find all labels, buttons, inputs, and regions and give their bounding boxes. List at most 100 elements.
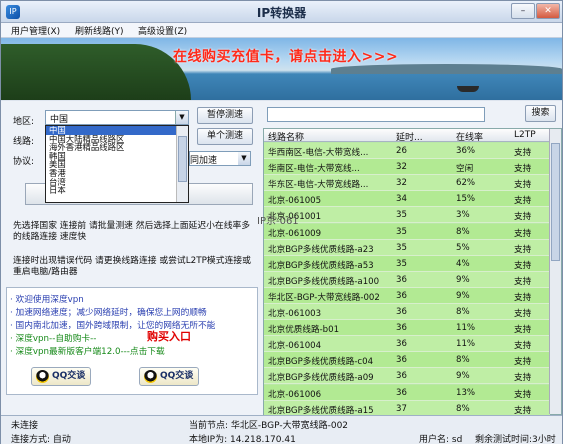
cell-online-rate: 5% — [456, 242, 470, 253]
table-row[interactable]: 北京-061009 35 8% 支持 — [264, 223, 550, 240]
banner-boat — [457, 86, 479, 92]
region-scrollbar[interactable] — [176, 126, 188, 202]
cell-latency: 36 — [396, 307, 407, 317]
scroll-thumb[interactable] — [551, 143, 560, 261]
right-panel: 搜索 线路名称 延时... 在线率 L2TP 华西南区-电信-大带宽线... 26… — [263, 101, 562, 417]
cell-line-name: 北京BGP多线优质线路-a100 — [268, 276, 380, 287]
region-label: 地区: — [13, 117, 35, 127]
region-option[interactable]: 中国大陆精品线路区 — [46, 135, 177, 144]
menu-refresh-lines[interactable]: 刷新线路(Y) — [75, 24, 124, 37]
column-header-online[interactable]: 在线率 — [456, 130, 483, 143]
pause-speedtest-button[interactable]: 暂停测速 — [197, 107, 253, 124]
cell-latency: 34 — [396, 194, 407, 205]
qq-icon — [36, 370, 49, 383]
cell-online-rate: 8% — [456, 403, 470, 414]
table-row[interactable]: 北京-061003 36 8% 支持 — [264, 304, 550, 320]
search-button[interactable]: 搜索 — [525, 105, 556, 122]
table-row[interactable]: 北京BGP多线优质线路-a100 36 9% 支持 — [264, 271, 550, 288]
download-link[interactable]: · 深度vpn最新版客户端12.0---点击下载 — [10, 344, 165, 357]
column-header-latency[interactable]: 延时... — [396, 130, 423, 143]
cell-l2tp: 支持 — [514, 373, 532, 384]
usage-tip: 先选择国家 连接前 请批量测速 然后选择上面延迟小在线率多的线路连接 速度快 — [13, 221, 251, 242]
cell-latency: 36 — [396, 371, 407, 382]
buy-entry-link[interactable]: 购买入口 — [147, 328, 191, 344]
search-input[interactable] — [267, 107, 485, 122]
scroll-thumb[interactable] — [178, 136, 187, 182]
table-row[interactable]: 北京BGP多线优质线路-c04 36 8% 支持 — [264, 352, 550, 369]
table-row[interactable]: 北京-061001 35 3% 支持 — [264, 207, 550, 224]
chevron-down-icon[interactable]: ▼ — [175, 111, 188, 124]
region-select[interactable]: 中国 ▼ — [45, 110, 189, 125]
overlay-text: IP京-061 — [257, 216, 299, 227]
minimize-icon[interactable]: – — [511, 3, 535, 19]
table-row[interactable]: 北京-061005 34 15% 支持 — [264, 191, 550, 208]
column-header-name[interactable]: 线路名称 — [268, 130, 304, 143]
cell-latency: 35 — [396, 258, 407, 269]
table-scrollbar[interactable] — [549, 129, 561, 414]
qq-chat-button[interactable]: QQ交谈 — [31, 367, 91, 386]
qq-chat-label: QQ交谈 — [52, 371, 86, 381]
cell-l2tp: 支持 — [514, 309, 532, 319]
cell-line-name: 北京-061003 — [268, 309, 322, 319]
buy-card-link[interactable]: 在线购买充值卡，请点击进入>>> — [173, 46, 398, 66]
region-option[interactable]: 海外香港精品线路区 — [46, 143, 177, 152]
news-item: · 加速网络速度；减少网络延时，确保您上网的顺畅 — [10, 308, 207, 318]
cell-l2tp: 支持 — [514, 389, 532, 400]
title-bar: IP IP转换器 – ✕ — [1, 1, 562, 23]
region-option[interactable]: 中国 — [46, 126, 177, 135]
menu-bar: 用户管理(X) 刷新线路(Y) 高级设置(Z) — [1, 23, 562, 38]
menu-user-management[interactable]: 用户管理(X) — [11, 24, 60, 37]
server-table: 线路名称 延时... 在线率 L2TP 华西南区-电信-大带宽线... 26 36%… — [263, 128, 562, 417]
cell-latency: 26 — [396, 146, 407, 156]
table-row[interactable]: 北京BGP多线优质线路-a09 36 9% 支持 — [264, 368, 550, 385]
qq-chat-button[interactable]: QQ交谈 — [139, 367, 199, 386]
window-title: IP转换器 — [256, 6, 307, 20]
cell-online-rate: 4% — [456, 258, 470, 269]
connection-status: 未连接 — [11, 421, 39, 431]
table-row[interactable]: 华东区-电信-大带宽线路... 32 62% 支持 — [264, 175, 550, 192]
chevron-down-icon[interactable]: ▼ — [238, 152, 250, 165]
cell-online-rate: 15% — [456, 194, 476, 205]
connection-mode: 连接方式: 自动 — [11, 435, 71, 445]
table-row[interactable]: 北京BGP多线优质线路-a23 35 5% 支持 — [264, 239, 550, 256]
cell-latency: 32 — [396, 162, 407, 173]
region-option[interactable]: 香港 — [46, 169, 177, 178]
cell-online-rate: 空闲 — [456, 164, 474, 175]
region-option[interactable]: 日本 — [46, 186, 177, 195]
single-speedtest-button[interactable]: 单个测速 — [197, 128, 253, 145]
cell-l2tp: 支持 — [514, 148, 532, 158]
table-row[interactable]: 华北区-BGP-大带宽线路-002 36 9% 支持 — [264, 287, 550, 304]
region-option[interactable]: 美国 — [46, 160, 177, 169]
menu-advanced-settings[interactable]: 高级设置(Z) — [138, 24, 187, 37]
news-item[interactable]: · 深度vpn--自助购卡-- — [10, 331, 96, 344]
cell-online-rate: 11% — [456, 323, 476, 334]
table-row[interactable]: 北京-061004 36 11% 支持 — [264, 336, 550, 353]
cell-line-name: 北京-061005 — [268, 196, 322, 207]
column-header-l2tp[interactable]: L2TP — [514, 130, 536, 140]
table-row[interactable]: 华西南区-电信-大带宽线... 26 36% 支持 — [264, 143, 550, 159]
table-row[interactable]: 北京优质线路-b01 36 11% 支持 — [264, 320, 550, 337]
cell-line-name: 华南区-电信-大带宽线... — [268, 164, 360, 175]
cell-latency: 35 — [396, 242, 407, 253]
speed-mode-value: 同加速 — [190, 156, 218, 166]
cell-online-rate: 8% — [456, 226, 470, 237]
region-option[interactable]: 台湾 — [46, 178, 177, 187]
speed-mode-select[interactable]: 同加速 ▼ — [189, 151, 251, 166]
cell-latency: 37 — [396, 403, 407, 414]
cell-line-name: 北京-061006 — [268, 389, 322, 400]
table-row[interactable]: 北京-061006 36 13% 支持 — [264, 384, 550, 401]
banner-trees — [1, 44, 191, 100]
cell-online-rate: 36% — [456, 146, 476, 156]
protocol-label: 协议: — [13, 157, 35, 167]
cell-l2tp: 支持 — [514, 212, 532, 223]
promo-banner[interactable]: 在线购买充值卡，请点击进入>>> — [1, 38, 562, 100]
cell-l2tp: 支持 — [514, 325, 532, 336]
cell-online-rate: 9% — [456, 371, 470, 382]
cell-l2tp: 支持 — [514, 244, 532, 255]
close-icon[interactable]: ✕ — [536, 3, 560, 19]
table-row[interactable]: 华南区-电信-大带宽线... 32 空闲 支持 — [264, 159, 550, 176]
cell-online-rate: 8% — [456, 307, 470, 317]
qq-chat-label: QQ交谈 — [160, 371, 194, 381]
region-option[interactable]: 韩国 — [46, 152, 177, 161]
table-row[interactable]: 北京BGP多线优质线路-a53 35 4% 支持 — [264, 255, 550, 272]
